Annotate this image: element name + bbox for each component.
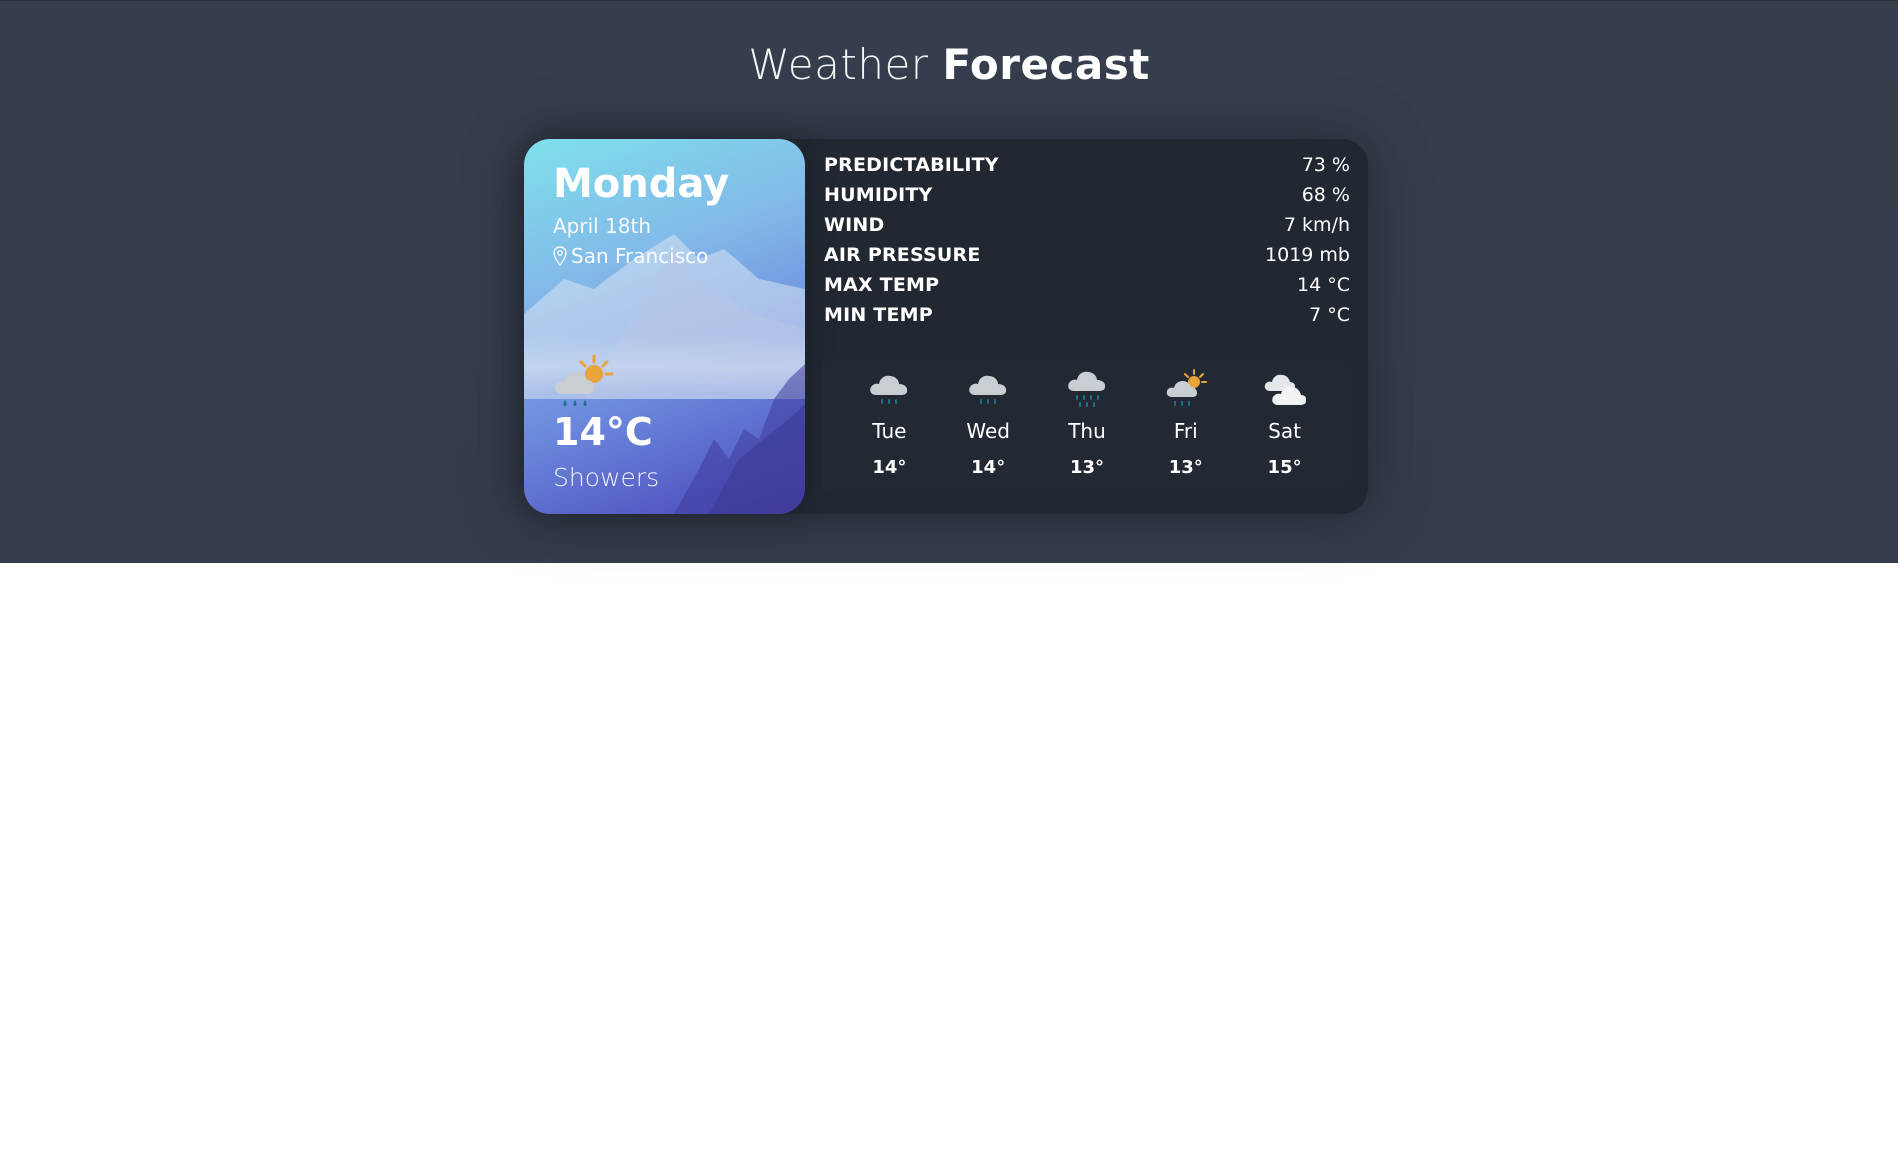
today-day-name: Monday (553, 161, 730, 207)
day-fri[interactable]: Fri 13° (1141, 357, 1231, 492)
title-bold: Forecast (942, 40, 1150, 89)
stat-row-min-temp: MIN TEMP 7 °C (824, 300, 1350, 330)
stat-value: 73 % (1301, 154, 1350, 176)
day-temp: 14° (872, 457, 907, 478)
cloud-rain-sun-icon (555, 354, 614, 406)
stat-value: 7 °C (1309, 304, 1350, 326)
stat-row-predictability: PREDICTABILITY 73 % (824, 150, 1350, 180)
stat-value: 68 % (1301, 184, 1350, 206)
day-name: Fri (1173, 419, 1198, 443)
stats-list: PREDICTABILITY 73 % HUMIDITY 68 % WIND 7… (824, 150, 1350, 330)
day-name: Thu (1068, 419, 1106, 443)
stat-label: WIND (824, 214, 885, 236)
cloud-rain-sun-icon (1166, 369, 1207, 406)
stat-value: 1019 mb (1265, 244, 1350, 266)
day-name: Sat (1268, 419, 1301, 443)
page-title: Weather Forecast (0, 39, 1898, 91)
today-panel: Monday April 18th San Francisco 14°C Sho… (524, 139, 805, 514)
day-temp: 13° (1069, 457, 1105, 478)
day-thu[interactable]: Thu 13° (1042, 357, 1132, 492)
stat-value: 14 °C (1297, 274, 1350, 296)
map-pin-icon (553, 246, 567, 266)
cloud-light-rain-icon (870, 375, 908, 404)
stat-row-max-temp: MAX TEMP 14 °C (824, 270, 1350, 300)
stat-row-humidity: HUMIDITY 68 % (824, 180, 1350, 210)
cloud-heavy-rain-icon (1068, 371, 1106, 407)
day-temp: 14° (971, 457, 1006, 478)
clouds-icon (1264, 374, 1306, 405)
stat-value: 7 km/h (1283, 214, 1350, 236)
day-temp: 13° (1168, 457, 1203, 478)
day-temp: 15° (1267, 457, 1302, 478)
stat-label: HUMIDITY (824, 184, 933, 206)
day-name: Wed (966, 419, 1010, 443)
today-temperature: 14°C (553, 410, 653, 454)
stat-row-wind: WIND 7 km/h (824, 210, 1350, 240)
day-name: Tue (872, 419, 907, 443)
cloud-light-rain-icon (969, 375, 1007, 404)
stat-label: MIN TEMP (824, 304, 933, 326)
today-condition: Showers (553, 463, 660, 492)
stat-label: MAX TEMP (824, 274, 940, 296)
stat-label: PREDICTABILITY (824, 154, 999, 176)
day-tue[interactable]: Tue 14° (844, 357, 934, 492)
stat-row-air-pressure: AIR PRESSURE 1019 mb (824, 240, 1350, 270)
today-location-label: San Francisco (571, 244, 709, 268)
title-light: Weather (748, 40, 929, 89)
day-sat[interactable]: Sat 15° (1240, 357, 1330, 492)
today-location: San Francisco (553, 243, 708, 269)
day-wed[interactable]: Wed 14° (943, 357, 1033, 492)
today-date: April 18th (553, 214, 652, 238)
stat-label: AIR PRESSURE (824, 244, 981, 266)
week-forecast: Tue 14° Wed 14° Thu 13° Fri 13° Sat 15° (822, 357, 1352, 492)
